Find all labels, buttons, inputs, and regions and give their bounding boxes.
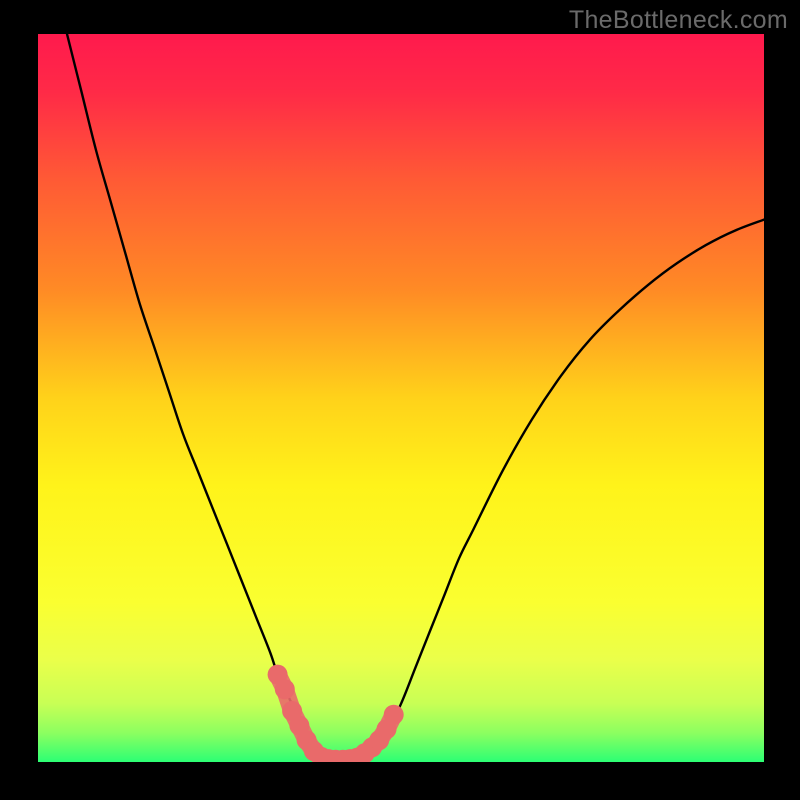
marker-dot (275, 679, 295, 699)
bottleneck-chart (38, 34, 764, 762)
marker-dot (384, 705, 404, 725)
gradient-background (38, 34, 764, 762)
outer-frame: TheBottleneck.com (0, 0, 800, 800)
watermark-text: TheBottleneck.com (569, 6, 788, 35)
